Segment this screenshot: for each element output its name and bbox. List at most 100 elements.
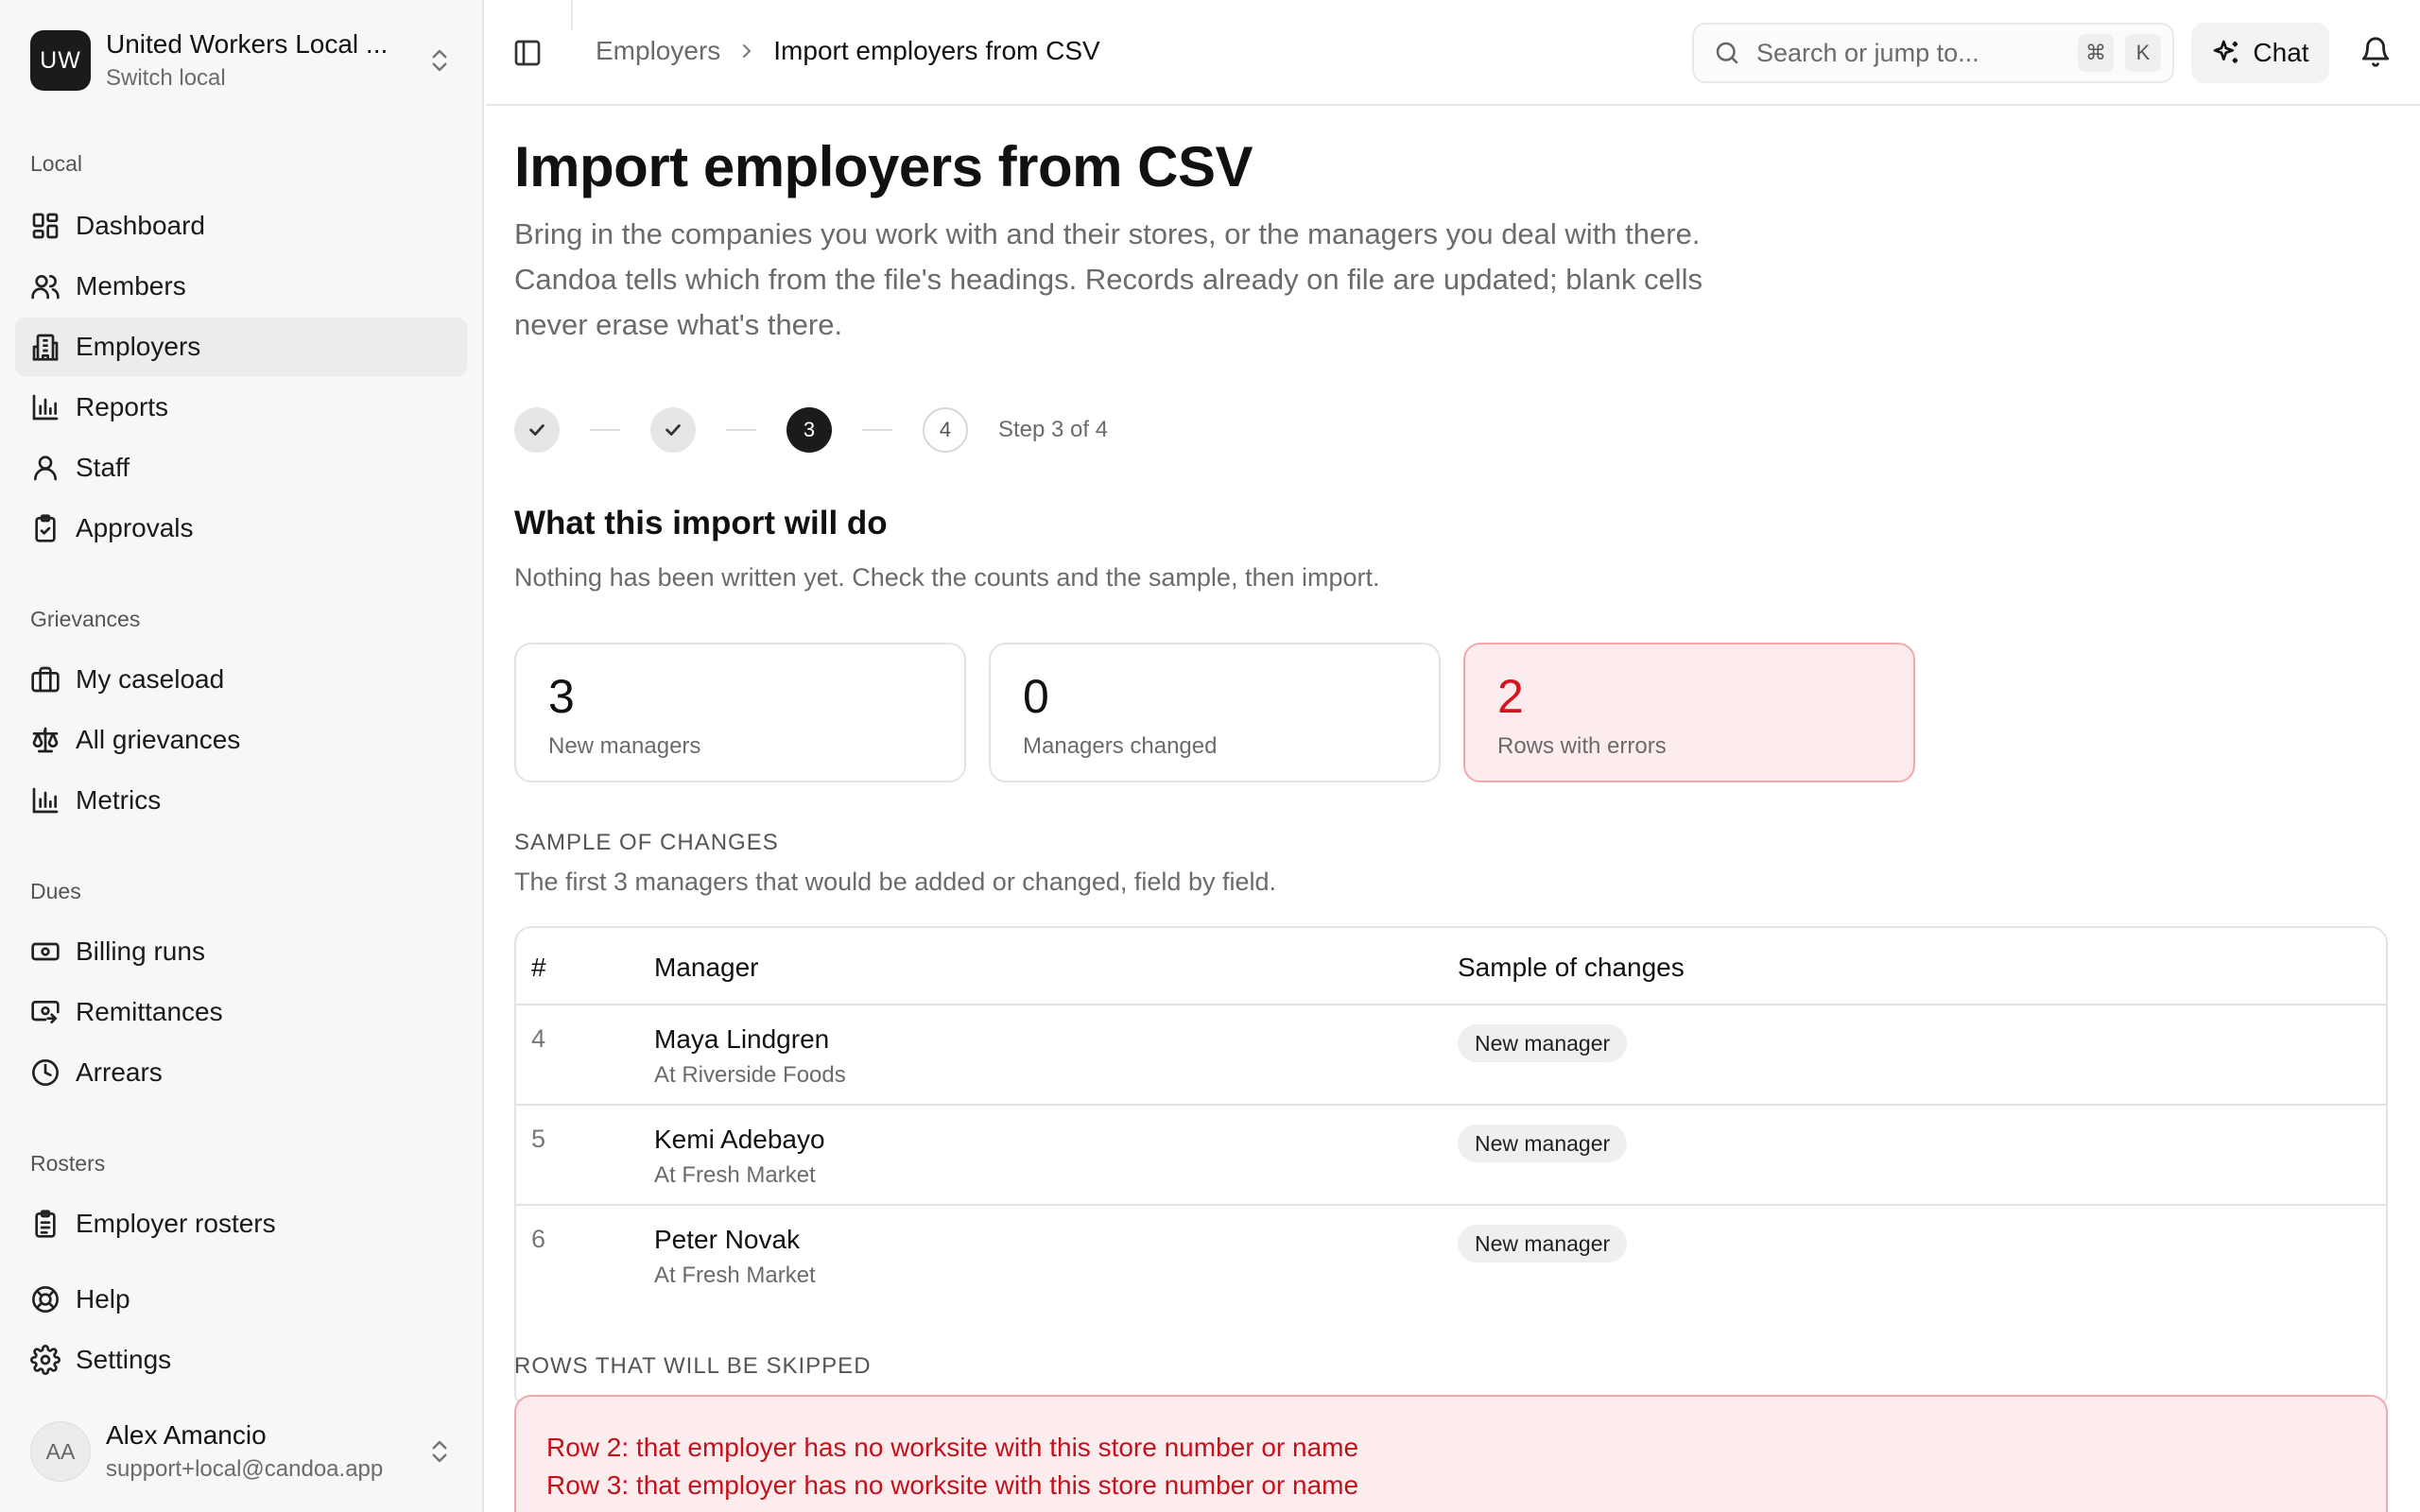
sidebar-item-label: Billing runs [76, 936, 205, 966]
skipped-rows-box: Row 2: that employer has no worksite wit… [514, 1395, 2388, 1512]
manager-employer: At Fresh Market [654, 1162, 816, 1188]
sidebar-item-billing-runs[interactable]: Billing runs [15, 922, 467, 981]
stat-value: 0 [1023, 670, 1049, 723]
gear-icon [30, 1345, 60, 1375]
bell-icon[interactable] [2360, 36, 2392, 68]
chart-icon [32, 787, 59, 814]
section-title: What this import will do [514, 505, 888, 541]
stat-card-new-managers: 3 New managers [514, 643, 966, 782]
change-badge: New manager [1458, 1225, 1628, 1263]
workspace-switch-label: Switch local [106, 65, 226, 91]
step-connector [726, 429, 756, 431]
user-menu[interactable]: AA Alex Amancio support+local@candoa.app [30, 1418, 454, 1486]
sidebar-item-metrics[interactable]: Metrics [15, 771, 467, 830]
search-placeholder: Search or jump to... [1756, 38, 1979, 67]
sample-subtitle: The first 3 managers that would be added… [514, 868, 1276, 896]
sidebar-item-help[interactable]: Help [15, 1270, 467, 1329]
stat-label: Managers changed [1023, 733, 1218, 759]
sidebar-item-settings[interactable]: Settings [15, 1331, 467, 1389]
step-counter: Step 3 of 4 [998, 417, 1109, 442]
row-number: 6 [531, 1225, 546, 1253]
sidebar-item-label: Help [76, 1284, 130, 1314]
chevrons-up-down-icon [432, 1440, 447, 1463]
change-badge: New manager [1458, 1125, 1628, 1162]
stat-label: Rows with errors [1497, 733, 1667, 759]
breadcrumb-current: Import employers from CSV [773, 36, 1100, 65]
sidebar-item-members[interactable]: Members [15, 257, 467, 316]
sidebar-item-my-caseload[interactable]: My caseload [15, 650, 467, 709]
sidebar-item-employer-rosters[interactable]: Employer rosters [15, 1194, 467, 1253]
workspace-logo: UW [30, 30, 91, 91]
step-connector [590, 429, 620, 431]
table-header: # Manager Sample of changes [516, 928, 2386, 1005]
nav-section-rosters: Rosters [30, 1151, 106, 1176]
stat-card-managers-changed: 0 Managers changed [989, 643, 1441, 782]
page-description: Bring in the companies you work with and… [514, 217, 1703, 341]
sample-heading: SAMPLE OF CHANGES [514, 830, 779, 855]
manager-employer: At Riverside Foods [654, 1062, 846, 1088]
sidebar-item-dashboard[interactable]: Dashboard [15, 197, 467, 255]
shortcut-cmd-key: ⌘ [2078, 34, 2114, 72]
sidebar-toggle-icon[interactable] [512, 38, 543, 68]
sidebar-item-label: Staff [76, 453, 130, 482]
sidebar-item-approvals[interactable]: Approvals [15, 499, 467, 558]
stepper: 3 4 Step 3 of 4 [514, 406, 1108, 454]
nav-section-grievances: Grievances [30, 607, 141, 631]
stat-value: 3 [548, 670, 575, 723]
chat-label: Chat [2253, 38, 2309, 67]
chevron-right-icon [743, 44, 752, 58]
stat-card-rows-with-errors: 2 Rows with errors [1463, 643, 1915, 782]
skipped-row: Row 3: that employer has no worksite wit… [546, 1470, 1359, 1500]
clock-icon [32, 1059, 59, 1086]
banknote-arrow-icon [31, 1001, 60, 1023]
breadcrumb-employers[interactable]: Employers [596, 36, 720, 66]
column-header-number: # [531, 953, 546, 982]
search-icon [1716, 42, 1738, 64]
section-subtitle: Nothing has been written yet. Check the … [514, 563, 1380, 592]
sidebar-item-staff[interactable]: Staff [15, 438, 467, 497]
sidebar-item-label: Arrears [76, 1057, 163, 1087]
check-icon [529, 424, 544, 436]
sidebar-item-label: Employers [76, 332, 201, 361]
manager-name: Kemi Adebayo [654, 1125, 825, 1154]
nav-section-dues: Dues [30, 879, 81, 903]
table-row: 5 Kemi Adebayo At Fresh Market New manag… [516, 1106, 2386, 1206]
sidebar-item-label: Dashboard [76, 211, 205, 240]
sidebar: UW United Workers Local ... Switch local… [0, 0, 484, 1512]
sidebar-item-label: All grievances [76, 725, 241, 754]
chat-button[interactable]: Chat [2191, 23, 2329, 83]
workspace-switcher[interactable]: UW United Workers Local ... Switch local [30, 28, 454, 93]
sidebar-item-reports[interactable]: Reports [15, 378, 467, 437]
sidebar-item-all-grievances[interactable]: All grievances [15, 711, 467, 769]
lifebuoy-icon [32, 1286, 59, 1313]
users-icon [31, 275, 60, 300]
manager-name: Maya Lindgren [654, 1024, 830, 1054]
person-icon [34, 455, 57, 481]
stat-value: 2 [1497, 670, 1524, 723]
sidebar-item-label: Members [76, 271, 186, 301]
sidebar-item-remittances[interactable]: Remittances [15, 983, 467, 1041]
nav-section-local: Local [30, 151, 82, 176]
building-icon [32, 334, 59, 361]
shortcut-k-key: K [2125, 34, 2161, 72]
scale-icon [32, 727, 59, 753]
sidebar-item-label: Settings [76, 1345, 172, 1374]
row-number: 4 [531, 1024, 546, 1053]
avatar: AA [30, 1421, 91, 1482]
column-header-changes: Sample of changes [1458, 953, 1685, 982]
table-row: 6 Peter Novak At Fresh Market New manage… [516, 1206, 2386, 1306]
manager-name: Peter Novak [654, 1225, 801, 1254]
row-number: 5 [531, 1125, 546, 1153]
topbar-divider [571, 0, 573, 30]
sidebar-item-employers[interactable]: Employers [15, 318, 467, 376]
topbar: Employers Import employers from CSV Sear… [486, 0, 2420, 106]
stat-label: New managers [548, 733, 701, 759]
manager-employer: At Fresh Market [654, 1263, 816, 1288]
sidebar-item-arrears[interactable]: Arrears [15, 1043, 467, 1102]
step-3-current: 3 [786, 407, 832, 453]
dashboard-icon [32, 213, 59, 239]
breadcrumb: Employers Import employers from CSV [596, 36, 1100, 66]
step-1-complete [514, 407, 560, 453]
sidebar-item-label: Reports [76, 392, 169, 421]
search-input[interactable]: Search or jump to... ⌘ K [1692, 23, 2174, 83]
